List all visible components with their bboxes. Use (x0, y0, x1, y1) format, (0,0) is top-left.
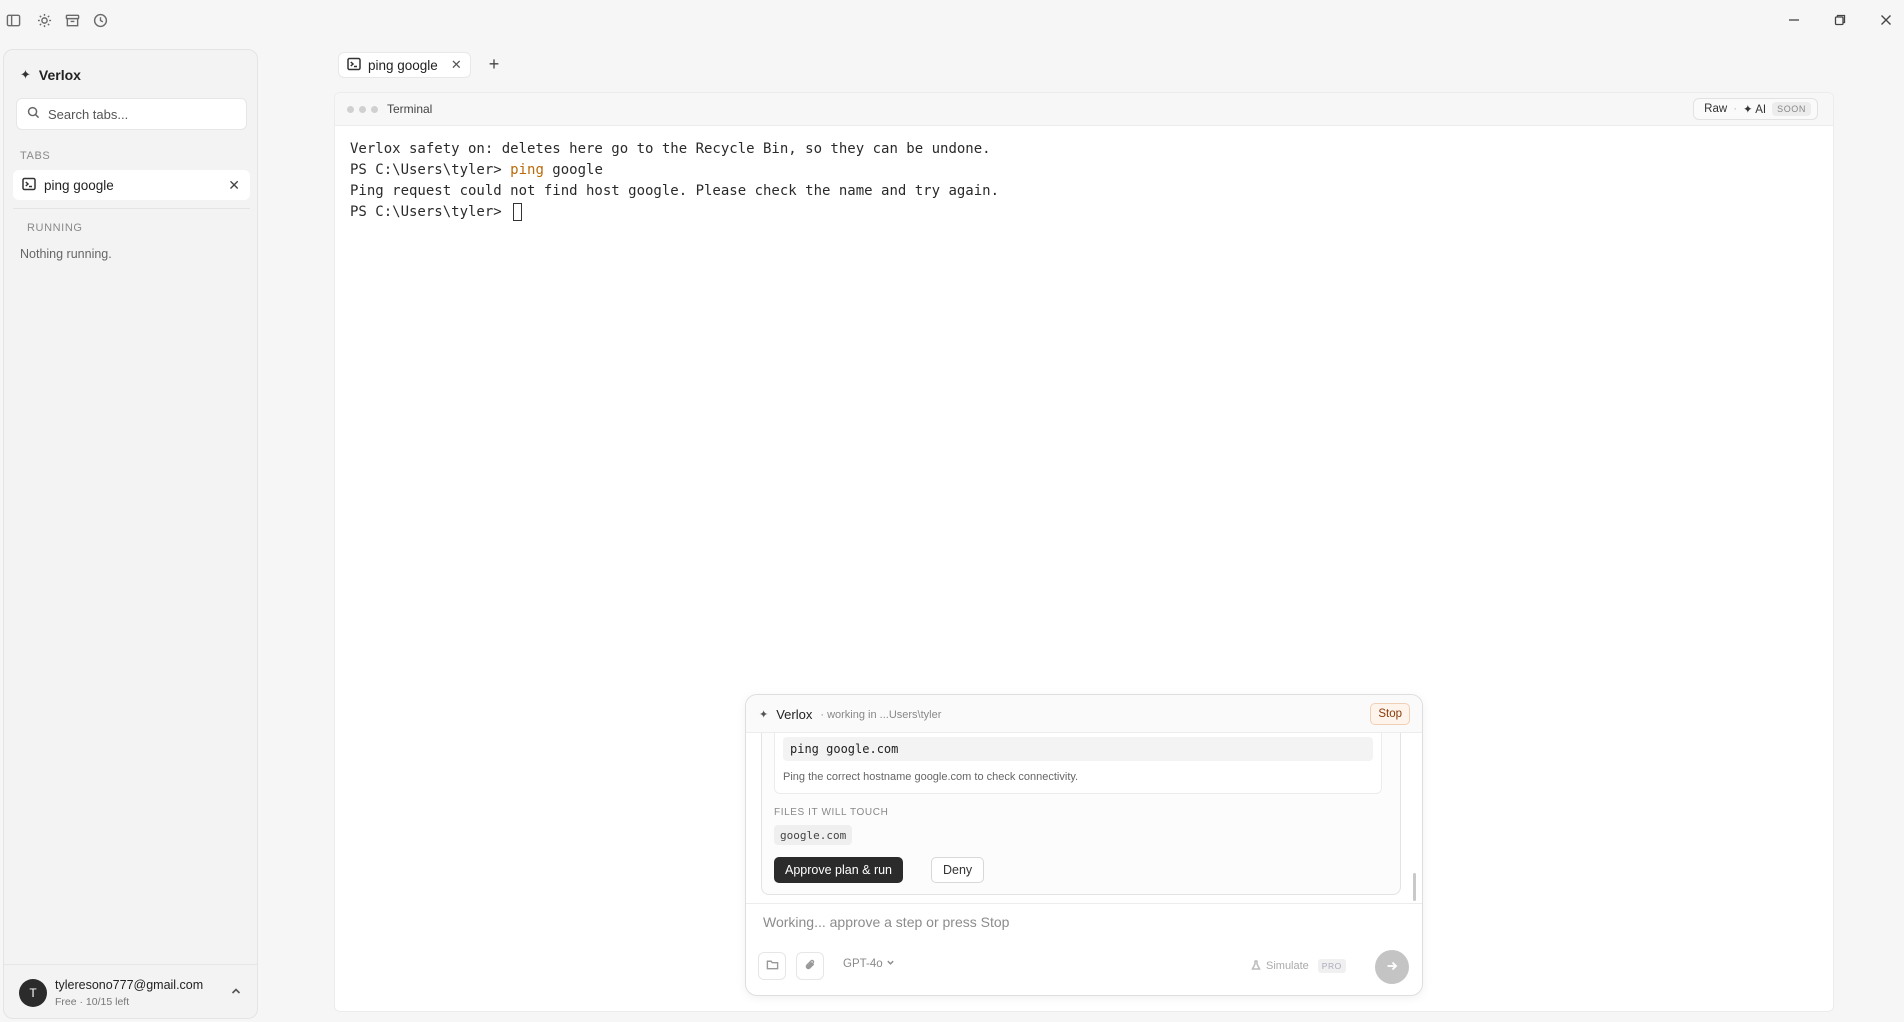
tab-ping-google[interactable]: ping google ✕ (338, 52, 471, 78)
brand-name: Verlox (38, 67, 81, 83)
folder-button[interactable] (758, 952, 786, 980)
file-chip: google.com (774, 825, 853, 845)
agent-name: Verlox (776, 707, 813, 722)
tab-label: ping google (368, 57, 438, 73)
tabs-section-label: TABS (20, 150, 51, 162)
search-box[interactable] (16, 98, 247, 130)
agent-input[interactable] (763, 914, 1323, 930)
terminal-header: Terminal Raw · ✦ AI SOON (335, 93, 1833, 126)
title-bar (0, 0, 1904, 40)
close-icon[interactable] (1876, 10, 1896, 30)
plan-step: ping google.com Ping the correct hostnam… (774, 733, 1382, 794)
model-label: GPT-4o (843, 958, 883, 970)
simulate-toggle[interactable]: Simulate PRO (1244, 955, 1353, 977)
mode-toggle[interactable]: Raw · ✦ AI SOON (1693, 98, 1818, 120)
divider (746, 903, 1422, 904)
agent-status: · working in ...Users\tyler (820, 708, 942, 721)
close-tab-icon[interactable]: ✕ (228, 177, 240, 194)
attach-button[interactable] (796, 952, 824, 980)
restore-icon[interactable] (1830, 10, 1850, 30)
terminal-line: PS C:\Users\tyler> ping google (350, 162, 603, 178)
stop-button[interactable]: Stop (1370, 703, 1410, 725)
terminal-icon (347, 57, 361, 74)
model-select[interactable]: GPT-4o (843, 958, 895, 970)
terminal-line: Ping request could not find host google.… (350, 183, 1000, 199)
history-icon[interactable] (91, 11, 109, 29)
step-description: Ping the correct hostname google.com to … (783, 771, 1079, 783)
window-dots (347, 106, 378, 113)
new-tab-button[interactable]: + (484, 54, 504, 74)
sun-icon[interactable] (35, 11, 53, 29)
terminal-prompt[interactable]: PS C:\Users\tyler> (350, 202, 999, 223)
agent-header: ✦ Verlox · working in ...Users\tyler Sto… (746, 695, 1422, 733)
mode-raw[interactable]: Raw (1704, 103, 1727, 115)
pro-badge: PRO (1317, 959, 1346, 973)
user-email: tyleresono777@gmail.com (55, 978, 204, 992)
flask-icon (1251, 959, 1261, 973)
terminal-output: Verlox safety on: deletes here go to the… (350, 139, 999, 223)
soon-badge: SOON (1772, 102, 1811, 116)
step-command: ping google.com (783, 737, 1373, 761)
terminal-cursor (513, 203, 523, 221)
mode-ai[interactable]: ✦ AI (1743, 102, 1766, 116)
minimize-icon[interactable] (1784, 10, 1804, 30)
terminal-title: Terminal (387, 102, 433, 116)
agent-panel: ✦ Verlox · working in ...Users\tyler Sto… (745, 694, 1423, 996)
sidebar: ✦ Verlox TABS ping google ✕ RUNNING Noth… (3, 49, 258, 1019)
user-plan: Free · 10/15 left (55, 996, 130, 1008)
sidebar-toggle-icon[interactable] (4, 11, 22, 29)
chevron-down-icon (886, 958, 895, 970)
running-section-label: RUNNING (27, 222, 83, 234)
sidebar-tab-ping-google[interactable]: ping google ✕ (13, 170, 250, 200)
simulate-label: Simulate (1266, 960, 1309, 972)
search-input[interactable] (48, 106, 238, 122)
folder-icon (766, 958, 779, 974)
divider (13, 208, 250, 209)
send-button[interactable] (1375, 950, 1409, 984)
terminal-line: Verlox safety on: deletes here go to the… (350, 141, 991, 157)
files-label: FILES IT WILL TOUCH (774, 807, 889, 818)
approve-plan-button[interactable]: Approve plan & run (774, 857, 904, 883)
sparkle-icon: ✦ (759, 709, 769, 721)
chevron-up-icon[interactable] (230, 985, 242, 1000)
terminal-icon (22, 177, 36, 194)
plan-card: ping google.com Ping the correct hostnam… (761, 733, 1401, 895)
arrow-right-icon (1385, 959, 1399, 976)
avatar: T (19, 979, 47, 1007)
sparkle-icon: ✦ (20, 67, 31, 82)
running-empty-text: Nothing running. (20, 247, 112, 261)
search-icon (27, 106, 40, 122)
sidebar-tab-label: ping google (44, 177, 114, 193)
archive-icon[interactable] (63, 11, 81, 29)
close-tab-icon[interactable]: ✕ (451, 57, 462, 73)
scrollbar[interactable] (1413, 873, 1416, 901)
user-account[interactable]: T tyleresono777@gmail.com Free · 10/15 l… (4, 964, 257, 1018)
brand: ✦ Verlox (20, 67, 81, 83)
paperclip-icon (804, 958, 817, 974)
deny-button[interactable]: Deny (931, 857, 985, 883)
